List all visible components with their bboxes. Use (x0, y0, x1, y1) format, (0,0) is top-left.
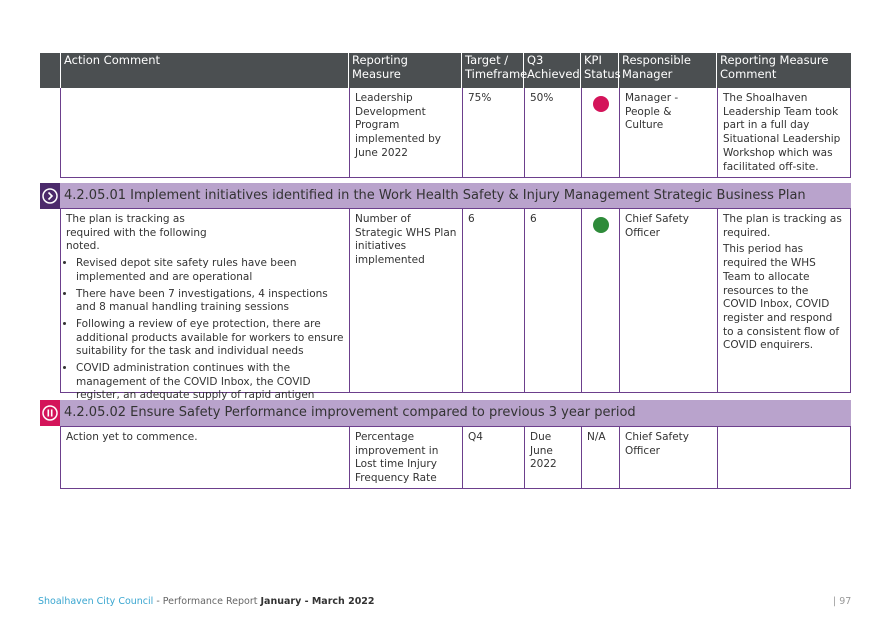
header-target: Target / Timeframe (461, 53, 527, 88)
list-item: Revised depot site safety rules have bee… (76, 257, 344, 284)
chevron-right-circle-icon (40, 183, 60, 209)
kpi-status: N/A (581, 427, 619, 488)
measure-comment (717, 427, 850, 488)
kpi-status (581, 88, 619, 177)
achieved: 50% (524, 88, 581, 177)
footer: Shoalhaven City Council - Performance Re… (38, 596, 375, 607)
reporting-measure: Percentage improvement in Lost time Inju… (349, 427, 462, 488)
header-responsible-manager: Responsible Manager (618, 53, 716, 88)
reporting-measure: Leadership Development Program implement… (349, 88, 462, 177)
status-red-icon (592, 96, 609, 112)
target: 75% (462, 88, 524, 177)
section-bar: 4.2.05.02 Ensure Safety Performance impr… (40, 400, 851, 426)
kpi-status (581, 209, 619, 392)
header-kpi-status: KPI Status (580, 53, 621, 88)
achieved: Due June 2022 (524, 427, 581, 488)
action-comment: Action yet to commence. (66, 431, 198, 443)
responsible-manager: Chief Safety Officer (619, 209, 717, 392)
action-comment: The plan is tracking as required with th… (61, 209, 349, 415)
status-green-icon (592, 217, 609, 233)
table-row: Leadership Development Program implement… (60, 88, 851, 178)
responsible-manager: Manager - People & Culture (619, 88, 717, 177)
page-number: | 97 (833, 596, 852, 607)
pause-circle-icon (40, 400, 60, 426)
footer-period: January - March 2022 (260, 596, 375, 607)
section-title: 4.2.05.02 Ensure Safety Performance impr… (64, 405, 636, 420)
header-action-comment: Action Comment (60, 53, 348, 88)
section-bar: 4.2.05.01 Implement initiatives identifi… (40, 183, 851, 209)
footer-report: Performance Report (162, 596, 261, 607)
comment-intro: The plan is tracking as required with th… (66, 213, 207, 253)
measure-comment: The Shoalhaven Leadership Team took part… (717, 88, 850, 177)
list-item: There have been 7 investigations, 4 insp… (76, 288, 344, 315)
footer-sep: - (153, 596, 163, 607)
reporting-measure: Number of Strategic WHS Plan initiatives… (349, 209, 462, 392)
action-comment (61, 88, 349, 177)
section-title: 4.2.05.01 Implement initiatives identifi… (64, 188, 806, 203)
list-item: Following a review of eye protection, th… (76, 318, 344, 359)
measure-comment-1: The plan is tracking as required. (723, 213, 842, 239)
measure-comment-2: This period has required the WHS Team to… (723, 243, 840, 352)
header-q3-achieved: Q3 Achieved (523, 53, 580, 88)
achieved: 6 (524, 209, 581, 392)
header-reporting-measure: Reporting Measure (348, 53, 461, 88)
target: 6 (462, 209, 524, 392)
measure-comment: The plan is tracking as required. This p… (717, 209, 850, 392)
target: Q4 (462, 427, 524, 488)
responsible-manager: Chief Safety Officer (619, 427, 717, 488)
table-row: Action yet to commence. Percentage impro… (60, 426, 851, 489)
table-row: The plan is tracking as required with th… (60, 208, 851, 415)
header-measure-comment: Reporting Measure Comment (716, 53, 851, 88)
footer-org: Shoalhaven City Council (38, 596, 154, 607)
